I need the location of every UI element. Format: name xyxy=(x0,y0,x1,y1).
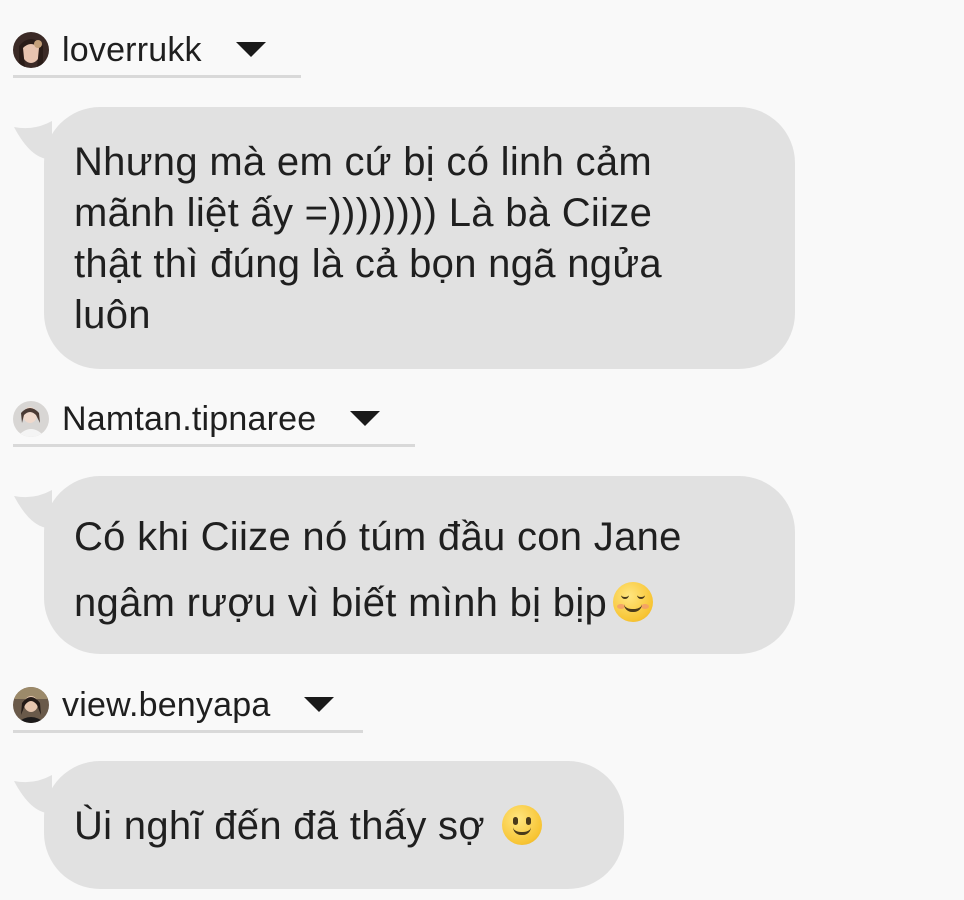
avatar[interactable] xyxy=(13,686,49,723)
sender-header[interactable]: view.benyapa xyxy=(13,679,363,733)
message-line: mãnh liệt ấy =)))))))) Là bà Ciize xyxy=(74,191,653,235)
sender-username[interactable]: loverrukk xyxy=(62,30,202,70)
sender-username[interactable]: Namtan.tipnaree xyxy=(62,399,316,439)
message-line: luôn xyxy=(74,293,151,337)
chevron-down-icon[interactable] xyxy=(350,411,381,426)
relieved-face-emoji xyxy=(613,582,654,622)
slightly-smiling-face-emoji xyxy=(502,805,543,845)
sender-username[interactable]: view.benyapa xyxy=(62,685,270,725)
sender-header[interactable]: loverrukk xyxy=(13,24,301,78)
avatar[interactable] xyxy=(13,400,49,437)
message-line: Có khi Ciize nó túm đầu con Jane xyxy=(74,515,682,559)
message-line-text: ngâm rượu vì biết mình bị bịp xyxy=(74,581,608,625)
message-line: Ùi nghĩ đến đã thấy sợ xyxy=(74,801,594,851)
message-bubble[interactable]: Có khi Ciize nó túm đầu con Jane ngâm rư… xyxy=(44,476,795,654)
avatar-image xyxy=(13,686,49,723)
message-line: ngâm rượu vì biết mình bị bịp xyxy=(74,570,765,636)
avatar-image xyxy=(13,400,49,437)
message-line-text: Ùi nghĩ đến đã thấy sợ xyxy=(74,804,485,848)
message-line: thật thì đúng là cả bọn ngã ngửa xyxy=(74,242,662,286)
avatar-image xyxy=(13,31,49,68)
sender-header[interactable]: Namtan.tipnaree xyxy=(13,393,415,447)
message-bubble[interactable]: Nhưng mà em cứ bị có linh cảm mãnh liệt … xyxy=(44,107,795,369)
chevron-down-icon[interactable] xyxy=(235,42,266,57)
message-line: Nhưng mà em cứ bị có linh cảm xyxy=(74,140,653,184)
avatar[interactable] xyxy=(13,31,49,68)
message-bubble[interactable]: Ùi nghĩ đến đã thấy sợ xyxy=(44,761,624,889)
chevron-down-icon[interactable] xyxy=(304,697,335,712)
